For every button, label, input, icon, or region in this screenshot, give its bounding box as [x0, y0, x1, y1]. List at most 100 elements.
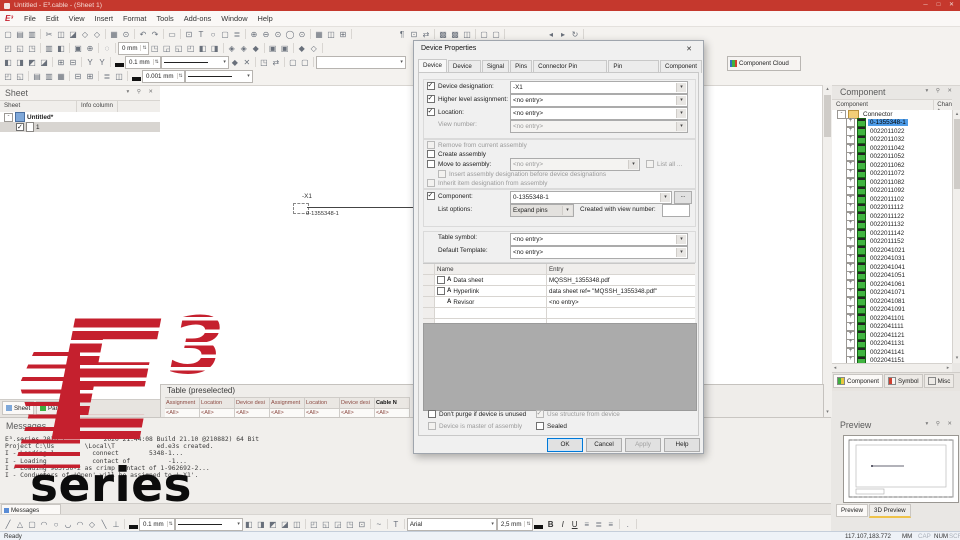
toolbar-icon[interactable]: .: [622, 519, 634, 530]
scroll-down-icon[interactable]: ▾: [953, 354, 960, 363]
table-column[interactable]: Location <All>: [200, 397, 235, 418]
toolbar-icon[interactable]: ◳: [149, 43, 161, 54]
toolbar-icon[interactable]: T: [195, 29, 207, 40]
toolbar-icon[interactable]: ⊡: [408, 29, 420, 40]
table-column[interactable]: Device desi <All>: [235, 397, 270, 418]
toolbar-icon[interactable]: ≣: [231, 29, 243, 40]
component-tree-item[interactable]: + 0022011132: [831, 219, 952, 230]
toolbar-icon[interactable]: ◆: [296, 43, 308, 54]
chevron-down-icon[interactable]: ▾: [676, 248, 686, 257]
toolbar-icon[interactable]: ⊞: [55, 57, 67, 68]
toolbar-icon[interactable]: ▭: [166, 29, 178, 40]
toolbar-spinner[interactable]: 0.1 mm ⇅: [125, 55, 161, 69]
toolbar-icon[interactable]: Y: [84, 57, 96, 68]
toolbar-icon[interactable]: ⊞: [84, 71, 96, 82]
chevron-down-icon[interactable]: ▾: [676, 109, 686, 118]
toolbar-icon[interactable]: ◲: [161, 43, 173, 54]
scroll-thumb[interactable]: [824, 95, 831, 137]
toolbar-icon[interactable]: ◱: [320, 519, 332, 530]
toolbar-icon[interactable]: ▤: [31, 71, 43, 82]
component-horizontal-scrollbar[interactable]: ◂ ▸: [831, 363, 952, 372]
toolbar-icon[interactable]: ▥: [43, 71, 55, 82]
toolbar-icon[interactable]: ▦: [108, 29, 120, 40]
component-dropdown[interactable]: 0-1355348-1 ▾: [510, 191, 672, 204]
format-b-button[interactable]: B: [545, 519, 557, 530]
toolbar-icon[interactable]: ▦: [313, 29, 325, 40]
tab-panel[interactable]: Panel - P: [36, 401, 78, 415]
toolbar-icon[interactable]: ◠: [38, 519, 50, 530]
toolbar-icon[interactable]: ◳: [344, 519, 356, 530]
toolbar-icon[interactable]: ◫: [325, 29, 337, 40]
location-checkbox[interactable]: [427, 107, 435, 116]
toolbar-icon[interactable]: ≣: [101, 71, 113, 82]
higher-level-dropdown[interactable]: <no entry> ▾: [510, 94, 688, 107]
toolbar-icon[interactable]: ▣: [267, 43, 279, 54]
toolbar-icon[interactable]: ◇: [91, 29, 103, 40]
toolbar-icon[interactable]: ◇: [86, 519, 98, 530]
toolbar-icon[interactable]: ◯: [284, 29, 296, 40]
scroll-thumb[interactable]: [954, 119, 960, 189]
expand-icon[interactable]: +: [846, 356, 855, 363]
component-tree-item[interactable]: + 0022011112: [831, 202, 952, 213]
table-symbol-dropdown[interactable]: <no entry> ▾: [510, 233, 688, 246]
preview-tab[interactable]: Preview: [836, 504, 869, 517]
toolbar-icon[interactable]: ▣: [279, 43, 291, 54]
toolbar-icon[interactable]: ⊡: [183, 29, 195, 40]
menu-item[interactable]: Add-ons: [179, 14, 217, 23]
toolbar-icon[interactable]: ⊖: [260, 29, 272, 40]
toolbar-icon[interactable]: ◫: [461, 29, 473, 40]
component-tree-item[interactable]: + 0022041061: [831, 279, 952, 290]
toolbar-icon[interactable]: ▢: [299, 57, 311, 68]
component-panel-tab[interactable]: Component: [833, 374, 883, 388]
toolbar-icon[interactable]: ◌: [101, 43, 113, 54]
column-entry[interactable]: Entry: [547, 266, 695, 273]
project-node[interactable]: - Untitled*: [0, 112, 160, 122]
ok-button[interactable]: OK: [547, 438, 583, 452]
component-tree-item[interactable]: + 0022011092: [831, 185, 952, 196]
toolbar-icon[interactable]: ⇄: [270, 57, 282, 68]
toolbar-combobox[interactable]: Arial: [406, 517, 497, 531]
toolbar-icon[interactable]: ▸: [557, 29, 569, 40]
toolbar-icon[interactable]: ▢: [490, 29, 502, 40]
component-tree-item[interactable]: + 0022041031: [831, 253, 952, 264]
toolbar-icon[interactable]: ▥: [26, 29, 38, 40]
component-tree-item[interactable]: + 0022041121: [831, 330, 952, 341]
format-i-button[interactable]: I: [557, 519, 569, 530]
component-cloud-button[interactable]: Component Cloud: [727, 56, 801, 71]
toolbar-icon[interactable]: ◨: [209, 43, 221, 54]
menu-item[interactable]: Format: [118, 14, 151, 23]
component-tree-item[interactable]: + 0022011142: [831, 228, 952, 239]
dialog-tab[interactable]: Device: [418, 59, 447, 73]
collapse-icon[interactable]: -: [837, 110, 846, 119]
toolbar-icon[interactable]: ○: [207, 29, 219, 40]
component-tree-item[interactable]: + 0022041051: [831, 270, 952, 281]
toolbar-icon[interactable]: ◧: [243, 519, 255, 530]
toolbar-icon[interactable]: ◰: [185, 43, 197, 54]
component-tree-item[interactable]: + 0022041131: [831, 338, 952, 349]
column-sheet[interactable]: Sheet: [0, 101, 77, 112]
component-panel-tab[interactable]: Symbol: [884, 374, 923, 388]
toolbar-icon[interactable]: ▦: [55, 71, 67, 82]
toolbar-icon[interactable]: ⊞: [337, 29, 349, 40]
component-tree-item[interactable]: + 0022011052: [831, 151, 952, 162]
higher-level-checkbox[interactable]: [427, 94, 435, 103]
dont-purge-checkbox[interactable]: [428, 410, 436, 418]
attribute-row[interactable]: A Hyperlink data sheet ref= "MQSSH_135534…: [423, 286, 695, 297]
toolbar-icon[interactable]: ✕: [241, 57, 253, 68]
table-column[interactable]: Assignment <All>: [270, 397, 305, 418]
toolbar-icon[interactable]: ▩: [437, 29, 449, 40]
toolbar-icon[interactable]: ◆: [250, 43, 262, 54]
move-to-assembly-checkbox[interactable]: [427, 160, 435, 168]
toolbar-combobox[interactable]: [315, 55, 406, 69]
panel-controls-icons[interactable]: ▾ ⚲ ✕: [926, 88, 955, 94]
toolbar-icon[interactable]: ✂: [43, 29, 55, 40]
component-tree-item[interactable]: + 0022041041: [831, 262, 952, 273]
close-button[interactable]: ✕: [945, 0, 958, 11]
create-assembly-checkbox[interactable]: [427, 150, 435, 158]
toolbar-icon[interactable]: ○: [50, 519, 62, 530]
preview-tab[interactable]: 3D Preview: [869, 504, 911, 518]
toolbar-icon[interactable]: ◈: [238, 43, 250, 54]
chevron-down-icon[interactable]: ▾: [676, 83, 686, 92]
toolbar-icon[interactable]: ◰: [308, 519, 320, 530]
component-tree-item[interactable]: + 0022041021: [831, 245, 952, 256]
